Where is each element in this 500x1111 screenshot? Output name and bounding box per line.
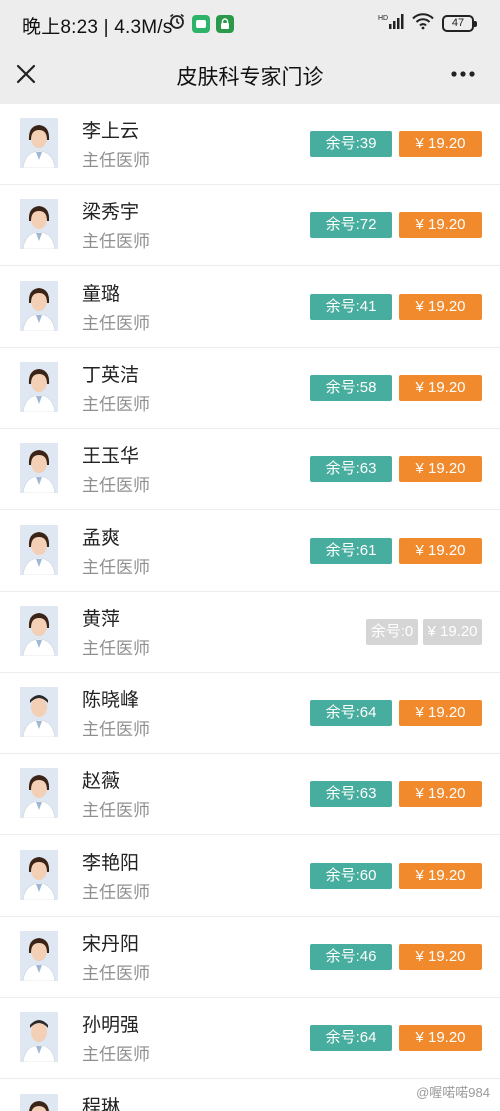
doctor-avatar — [20, 118, 58, 168]
status-time: 晚上8:23 | 4.3M/s — [22, 17, 173, 38]
price-button[interactable]: ¥ 19.20 — [399, 375, 482, 401]
doctor-avatar — [20, 687, 58, 737]
doctor-avatar — [20, 281, 58, 331]
doctor-row[interactable]: 黄萍主任医师 余号:0 ¥ 19.20 — [0, 592, 500, 673]
doctor-name: 陈晓峰 — [82, 690, 140, 711]
doctor-list: 李上云 主任医师 余号:39 ¥ 19.20 梁秀宇 主任医师 余号:72 ¥ 19.20 童璐… — [0, 104, 500, 1111]
doctor-avatar — [20, 199, 58, 249]
doctor-avatar — [20, 606, 58, 656]
remaining-slots-badge[interactable]: 余号:72 — [310, 212, 392, 238]
price-button[interactable]: ¥ 19.20 — [399, 700, 482, 726]
doctor-avatar — [20, 362, 58, 412]
doctor-row[interactable]: 孟爽主任医师 余号:61 ¥ 19.20 — [0, 511, 500, 592]
doctor-name: 梁秀宇 — [82, 202, 140, 223]
lock-app-icon — [216, 14, 234, 33]
doctor-title: 主任医师 — [82, 151, 150, 170]
doctor-title: 主任医师 — [82, 476, 150, 495]
doctor-row[interactable]: 王玉华主任医师 余号:63 ¥ 19.20 — [0, 429, 500, 510]
doctor-avatar — [20, 1094, 58, 1111]
price-button[interactable]: ¥ 19.20 — [399, 212, 482, 238]
price-button[interactable]: ¥ 19.20 — [399, 863, 482, 889]
price-button[interactable]: ¥ 19.20 — [399, 781, 482, 807]
status-notification-icons — [168, 12, 234, 35]
remaining-slots-badge[interactable]: 余号:46 — [310, 944, 392, 970]
doctor-avatar — [20, 1012, 58, 1062]
doctor-name: 宋丹阳 — [82, 934, 140, 955]
svg-text:HD: HD — [378, 15, 388, 22]
doctor-name: 丁英洁 — [82, 365, 140, 386]
price-button[interactable]: ¥ 19.20 — [399, 538, 482, 564]
doctor-title: 主任医师 — [82, 1045, 150, 1064]
more-icon[interactable] — [450, 64, 476, 84]
remaining-slots-badge[interactable]: 余号:58 — [310, 375, 392, 401]
remaining-slots-badge[interactable]: 余号:64 — [310, 1025, 392, 1051]
signal-icon: HD — [378, 12, 404, 35]
alarm-icon — [168, 12, 186, 35]
doctor-title: 主任医师 — [82, 558, 150, 577]
doctor-title: 主任医师 — [82, 639, 150, 658]
doctor-title: 主任医师 — [82, 314, 150, 333]
doctor-avatar — [20, 931, 58, 981]
doctor-row[interactable]: 孙明强主任医师 余号:64 ¥ 19.20 — [0, 998, 500, 1079]
doctor-name: 王玉华 — [82, 446, 140, 467]
page-title: 皮肤科专家门诊 — [176, 66, 324, 89]
doctor-avatar — [20, 768, 58, 818]
doctor-title: 主任医师 — [82, 232, 150, 251]
remaining-slots-badge[interactable]: 余号:39 — [310, 131, 392, 157]
doctor-name: 赵薇 — [82, 771, 121, 792]
doctor-row[interactable]: 赵薇主任医师 余号:63 ¥ 19.20 — [0, 754, 500, 835]
doctor-avatar — [20, 850, 58, 900]
doctor-row[interactable]: 陈晓峰主任医师 余号:64 ¥ 19.20 — [0, 673, 500, 754]
doctor-name: 童璐 — [82, 284, 121, 305]
doctor-name: 孙明强 — [82, 1015, 140, 1036]
doctor-name: 李上云 — [82, 121, 140, 142]
doctor-row[interactable]: 宋丹阳主任医师 余号:46 ¥ 19.20 — [0, 917, 500, 998]
doctor-name: 孟爽 — [82, 528, 121, 549]
remaining-slots-badge[interactable]: 余号:63 — [310, 456, 392, 482]
doctor-name: 黄萍 — [82, 609, 121, 630]
doctor-row[interactable]: 李艳阳主任医师 余号:60 ¥ 19.20 — [0, 836, 500, 917]
doctor-title: 主任医师 — [82, 395, 150, 414]
price-button[interactable]: ¥ 19.20 — [399, 294, 482, 320]
price-button[interactable]: ¥ 19.20 — [399, 1025, 482, 1051]
remaining-slots-badge[interactable]: 余号:63 — [310, 781, 392, 807]
doctor-title: 主任医师 — [82, 801, 150, 820]
status-bar: 晚上8:23 | 4.3M/s HD 47 — [0, 0, 500, 46]
doctor-title: 主任医师 — [82, 720, 150, 739]
watermark: @喔喏喏984 — [416, 1085, 490, 1100]
nav-bar: 皮肤科专家门诊 — [0, 46, 500, 104]
price-button[interactable]: ¥ 19.20 — [399, 944, 482, 970]
price-button[interactable]: ¥ 19.20 — [399, 456, 482, 482]
doctor-row[interactable]: 童璐主任医师 余号:41 ¥ 19.20 — [0, 267, 500, 348]
battery-icon: 47 — [442, 15, 477, 32]
doctor-title: 主任医师 — [82, 964, 150, 983]
wechat-app-icon — [192, 14, 210, 33]
wifi-icon — [412, 12, 434, 35]
doctor-avatar — [20, 525, 58, 575]
remaining-slots-badge: 余号:0 — [366, 619, 418, 645]
status-system-icons: HD 47 — [378, 12, 477, 35]
doctor-row[interactable]: 丁英洁主任医师 余号:58 ¥ 19.20 — [0, 348, 500, 429]
price-button: ¥ 19.20 — [423, 619, 482, 645]
remaining-slots-badge[interactable]: 余号:41 — [310, 294, 392, 320]
doctor-avatar — [20, 443, 58, 493]
remaining-slots-badge[interactable]: 余号:64 — [310, 700, 392, 726]
doctor-name: 程琳 — [82, 1097, 121, 1111]
doctor-row[interactable]: 梁秀宇主任医师 余号:72 ¥ 19.20 — [0, 185, 500, 266]
doctor-name: 李艳阳 — [82, 853, 140, 874]
doctor-title: 主任医师 — [82, 883, 150, 902]
remaining-slots-badge[interactable]: 余号:60 — [310, 863, 392, 889]
remaining-slots-badge[interactable]: 余号:61 — [310, 538, 392, 564]
doctor-row[interactable]: 李上云主任医师 余号:39 ¥ 19.20 — [0, 104, 500, 185]
price-button[interactable]: ¥ 19.20 — [399, 131, 482, 157]
